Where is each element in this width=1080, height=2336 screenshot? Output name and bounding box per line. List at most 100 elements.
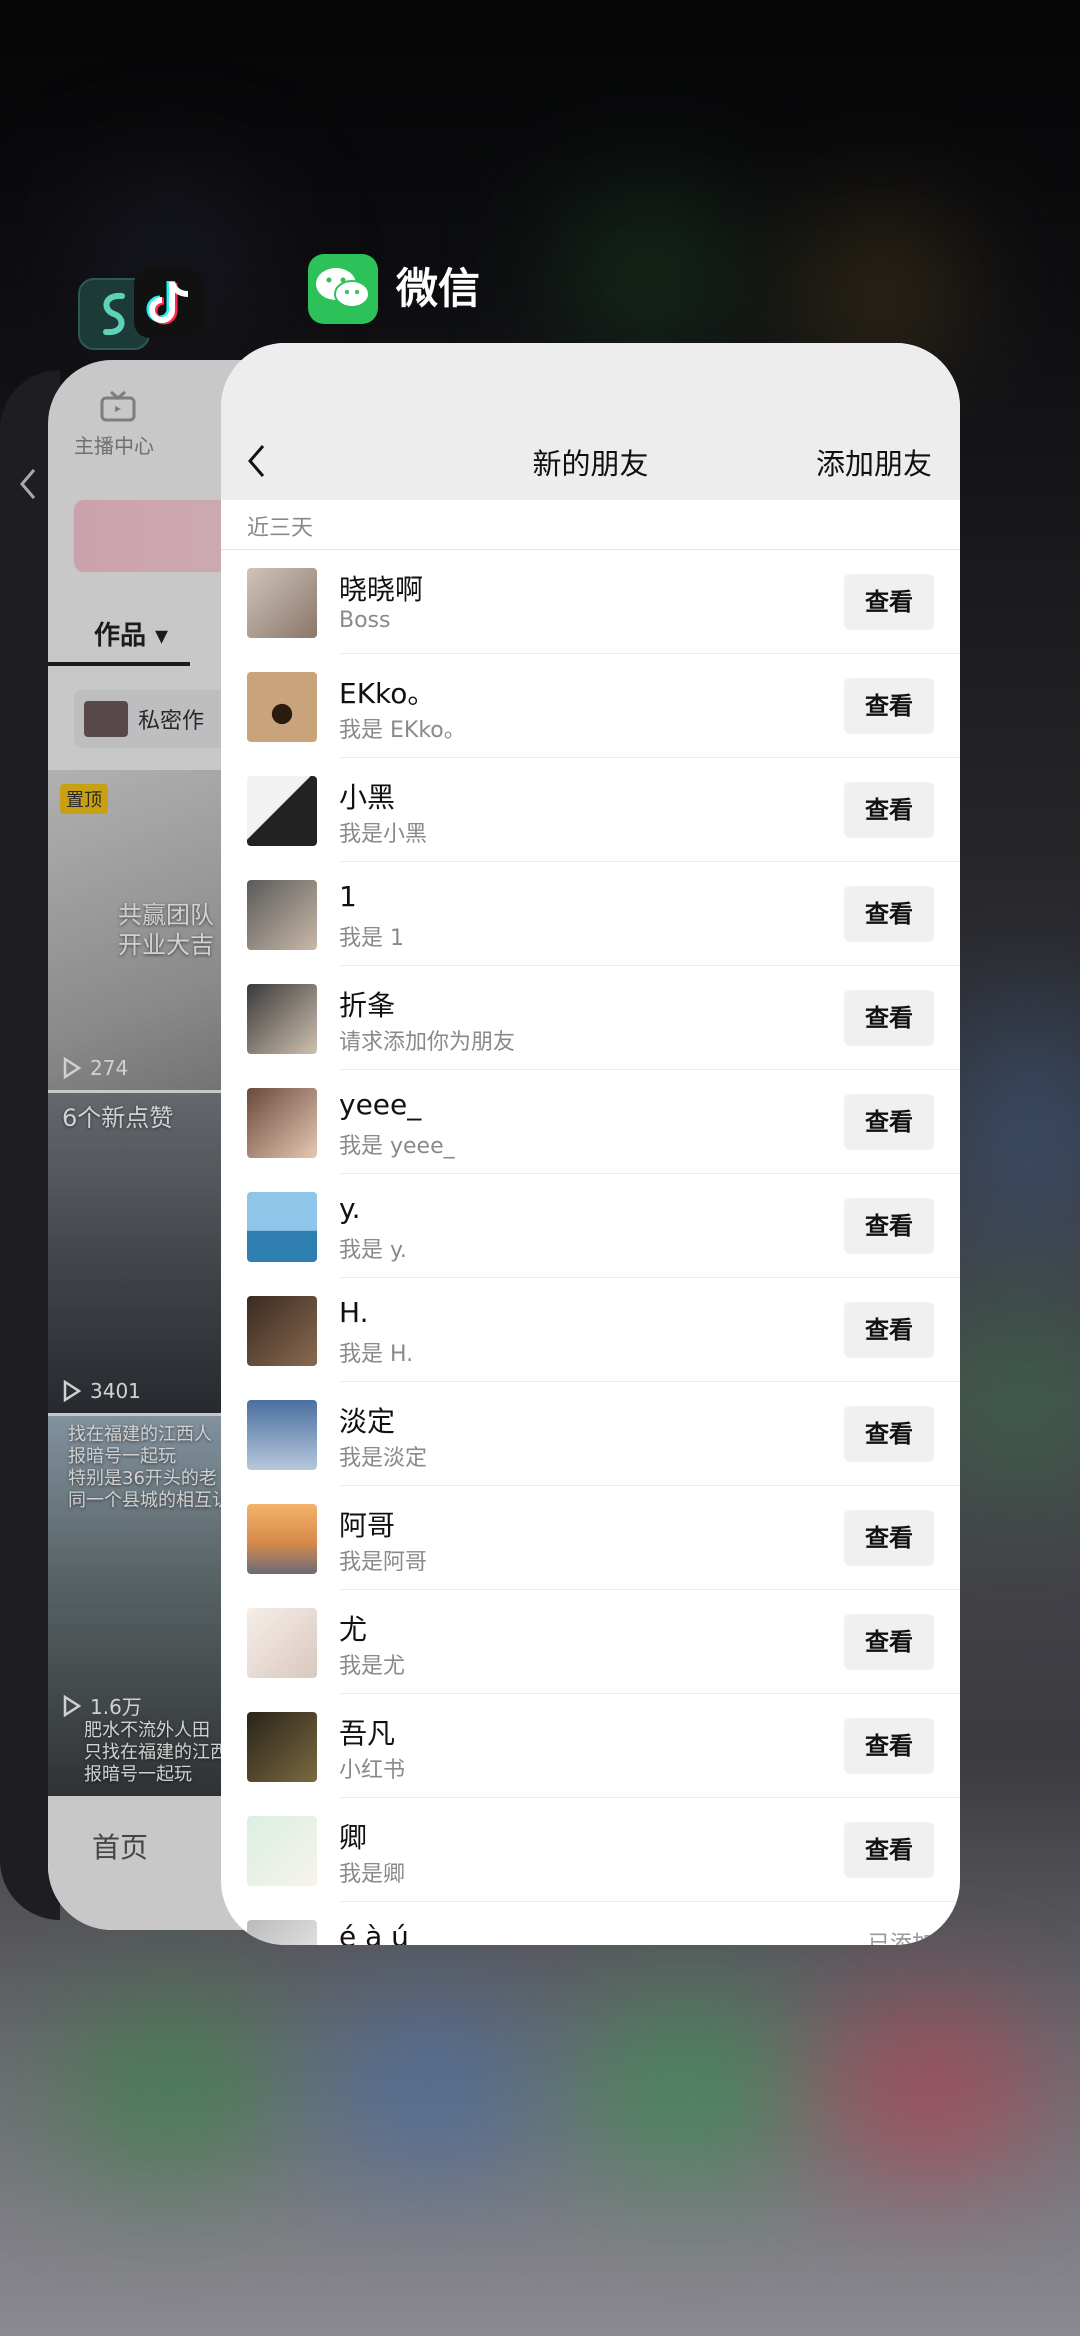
request-message: 我是卿 bbox=[339, 1862, 406, 1887]
view-button[interactable]: 查看 bbox=[844, 1614, 934, 1670]
friend-request-row[interactable]: 淡定我是淡定 查看 bbox=[221, 1382, 960, 1486]
play-count-value: 1.6万 bbox=[90, 1695, 142, 1719]
section-header: 近三天 bbox=[221, 500, 960, 550]
friend-request-row[interactable]: 卿我是卿 查看 bbox=[221, 1798, 960, 1902]
play-icon bbox=[63, 1694, 82, 1717]
friend-request-row[interactable]: 尤我是尤 查看 bbox=[221, 1590, 960, 1694]
friend-name: 折夆 bbox=[339, 989, 396, 1022]
request-message: 我是 EKko。 bbox=[339, 718, 466, 743]
view-button[interactable]: 查看 bbox=[844, 1406, 934, 1462]
friend-request-row[interactable]: 小黑我是小黑 查看 bbox=[221, 758, 960, 862]
thumbnail-caption-bottom: 肥水不流外人田 只找在福建的江西 报暗号一起玩 bbox=[84, 1720, 228, 1785]
friend-request-row[interactable]: 折夆请求添加你为朋友 查看 bbox=[221, 966, 960, 1070]
play-count-value: 3401 bbox=[90, 1379, 141, 1403]
request-message: 我是阿哥 bbox=[339, 1550, 428, 1575]
request-message: 我是小黑 bbox=[339, 822, 428, 847]
request-message: 我是 H. bbox=[339, 1342, 414, 1367]
douyin-app-icon[interactable] bbox=[134, 268, 204, 338]
added-label: 已添加 bbox=[867, 1932, 934, 1945]
view-button[interactable]: 查看 bbox=[844, 782, 934, 838]
friend-request-row[interactable]: H. 我是 H. 查看 bbox=[221, 1278, 960, 1382]
avatar[interactable] bbox=[247, 1296, 317, 1366]
friend-name: 1 bbox=[339, 880, 357, 913]
view-button[interactable]: 查看 bbox=[844, 1718, 934, 1774]
friend-name: y. bbox=[339, 1192, 361, 1225]
friend-request-row[interactable]: yeee_ 我是 yeee_ 查看 bbox=[221, 1070, 960, 1174]
new-likes-label: 6个新点赞 bbox=[62, 1104, 174, 1132]
play-icon bbox=[63, 1380, 82, 1402]
wechat-app-card[interactable]: 新的朋友 添加朋友 近三天 晓晓啊 Boss 查看 EKko。 我是 EKko。 查看 小黑… bbox=[221, 343, 960, 1945]
request-message: 请求添加你为朋友 bbox=[339, 1030, 516, 1055]
lock-icon bbox=[84, 701, 128, 737]
request-message: 小红书 bbox=[339, 1758, 406, 1783]
friend-request-row[interactable]: 晓晓啊 Boss 查看 bbox=[221, 550, 960, 654]
friend-request-row[interactable]: é à ú 已添加 bbox=[221, 1902, 960, 1945]
chevron-left-icon bbox=[20, 469, 36, 499]
add-friend-button[interactable]: 添加朋友 bbox=[816, 441, 932, 483]
play-count: 274 bbox=[62, 1056, 128, 1080]
avatar[interactable] bbox=[247, 568, 317, 638]
view-button[interactable]: 查看 bbox=[844, 1822, 934, 1878]
view-button[interactable]: 查看 bbox=[844, 886, 934, 942]
avatar[interactable] bbox=[247, 672, 317, 742]
request-message: 我是 y. bbox=[339, 1238, 407, 1263]
play-count: 1.6万 bbox=[62, 1691, 142, 1720]
friend-request-list: 晓晓啊 Boss 查看 EKko。 我是 EKko。 查看 小黑 我是小黑 查看 1 我是 1 查看折… bbox=[221, 550, 960, 1945]
tv-icon bbox=[100, 390, 136, 422]
friend-name: 晓晓啊 bbox=[339, 573, 424, 606]
view-button[interactable]: 查看 bbox=[844, 678, 934, 734]
app-switcher-icons bbox=[78, 268, 208, 350]
request-message: Boss bbox=[339, 608, 391, 633]
avatar[interactable] bbox=[247, 880, 317, 950]
avatar[interactable] bbox=[247, 1088, 317, 1158]
avatar[interactable] bbox=[247, 1712, 317, 1782]
tab-works[interactable]: 作品 ▾ bbox=[94, 615, 168, 652]
request-message: 我是淡定 bbox=[339, 1446, 428, 1471]
friend-request-row[interactable]: 1 我是 1 查看 bbox=[221, 862, 960, 966]
request-message: 我是 yeee_ bbox=[339, 1134, 455, 1159]
avatar[interactable] bbox=[247, 1192, 317, 1262]
nav-bar: 新的朋友 添加朋友 bbox=[221, 343, 960, 500]
friend-request-row[interactable]: 吾凡小红书 查看 bbox=[221, 1694, 960, 1798]
avatar[interactable] bbox=[247, 984, 317, 1054]
avatar[interactable] bbox=[247, 1400, 317, 1470]
play-icon bbox=[63, 1057, 82, 1079]
wechat-app-icon[interactable] bbox=[308, 254, 378, 324]
private-works-label: 私密作 bbox=[138, 709, 205, 734]
view-button[interactable]: 查看 bbox=[844, 1198, 934, 1254]
wechat-app-name: 微信 bbox=[396, 264, 481, 313]
friend-name: yeee_ bbox=[339, 1088, 422, 1121]
friend-name: 卿 bbox=[339, 1821, 368, 1854]
tab-indicator bbox=[48, 662, 190, 666]
avatar[interactable] bbox=[247, 1816, 317, 1886]
avatar[interactable] bbox=[247, 1504, 317, 1574]
friend-request-row[interactable]: y. 我是 y. 查看 bbox=[221, 1174, 960, 1278]
friend-request-row[interactable]: EKko。我是 EKko。 查看 bbox=[221, 654, 960, 758]
request-message: 我是 1 bbox=[339, 926, 404, 951]
friend-name: EKko。 bbox=[339, 677, 436, 710]
request-message: 我是尤 bbox=[339, 1654, 406, 1679]
view-button[interactable]: 查看 bbox=[844, 1094, 934, 1150]
friend-name: 尤 bbox=[339, 1613, 368, 1646]
tab-home[interactable]: 首页 bbox=[92, 1826, 148, 1866]
view-button[interactable]: 查看 bbox=[844, 990, 934, 1046]
view-button[interactable]: 查看 bbox=[844, 1510, 934, 1566]
friend-name: é à ú bbox=[339, 1920, 409, 1945]
pinned-badge: 置顶 bbox=[60, 784, 108, 814]
friend-name: H. bbox=[339, 1296, 369, 1329]
play-count: 3401 bbox=[62, 1379, 141, 1403]
thumbnail-caption: 共赢团队 开业大吉 bbox=[118, 901, 214, 959]
friend-request-row[interactable]: 阿哥我是阿哥 查看 bbox=[221, 1486, 960, 1590]
view-button[interactable]: 查看 bbox=[844, 574, 934, 630]
friend-name: 吾凡 bbox=[339, 1717, 396, 1750]
host-center-label: 主播中心 bbox=[74, 434, 154, 458]
view-button[interactable]: 查看 bbox=[844, 1302, 934, 1358]
friend-name: 淡定 bbox=[339, 1405, 396, 1438]
section-recent-label: 近三天 bbox=[247, 516, 314, 541]
play-count-value: 274 bbox=[90, 1056, 129, 1080]
friend-name: 小黑 bbox=[339, 781, 396, 814]
avatar[interactable] bbox=[247, 1608, 317, 1678]
avatar[interactable] bbox=[247, 1920, 317, 1945]
avatar[interactable] bbox=[247, 776, 317, 846]
friend-name: 阿哥 bbox=[339, 1509, 396, 1542]
